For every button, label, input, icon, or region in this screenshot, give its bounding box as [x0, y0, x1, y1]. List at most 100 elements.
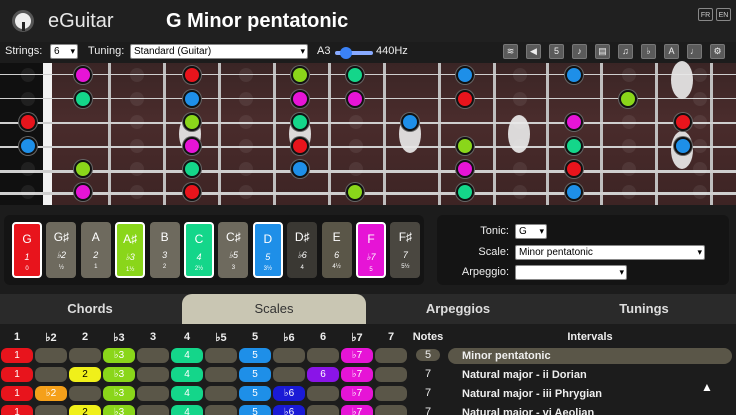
scale-row[interactable]: 1 ♭3 4 5 ♭7 5 Minor pentatonic — [0, 347, 736, 365]
note-key-B[interactable]: B 3 2 — [149, 222, 180, 278]
empty-note-slot[interactable] — [130, 139, 144, 153]
scroll-up-icon[interactable]: ▲ — [701, 380, 713, 394]
fret-note-marker[interactable] — [291, 90, 309, 108]
empty-note-slot[interactable] — [513, 185, 527, 199]
number-5-icon[interactable]: 5 — [549, 44, 564, 59]
fret-note-marker[interactable] — [183, 160, 201, 178]
empty-note-slot[interactable] — [349, 115, 363, 129]
empty-note-slot[interactable] — [21, 68, 35, 82]
empty-note-slot[interactable] — [239, 115, 253, 129]
tab-arpeggios[interactable]: Arpeggios — [368, 294, 548, 324]
note-key-C[interactable]: C 4 2½ — [184, 222, 214, 278]
note-key-G[interactable]: G 1 0 — [12, 222, 42, 278]
fret-note-marker[interactable] — [456, 137, 474, 155]
empty-note-slot[interactable] — [349, 162, 363, 176]
fret-note-marker[interactable] — [74, 160, 92, 178]
note-key-E[interactable]: E 6 4½ — [321, 222, 352, 278]
tonic-select[interactable]: G — [515, 224, 547, 239]
fret-note-marker[interactable] — [565, 113, 583, 131]
music-note-icon[interactable]: ♩ — [687, 44, 702, 59]
empty-note-slot[interactable] — [622, 162, 636, 176]
empty-note-slot[interactable] — [693, 185, 707, 199]
fret-note-marker[interactable] — [291, 137, 309, 155]
note-key-D-sharp[interactable]: D♯ ♭6 4 — [287, 222, 318, 278]
empty-note-slot[interactable] — [130, 185, 144, 199]
empty-note-slot[interactable] — [693, 115, 707, 129]
clef-icon[interactable]: ♫ — [618, 44, 633, 59]
scale-row[interactable]: 1 ♭2 ♭3 4 5 ♭6 ♭7 7 Natural major - iii Phrygian — [0, 385, 736, 403]
fret-note-marker[interactable] — [456, 160, 474, 178]
empty-note-slot[interactable] — [693, 68, 707, 82]
fret-note-marker[interactable] — [291, 66, 309, 84]
gear-icon[interactable]: ⚙ — [710, 44, 725, 59]
fret-note-marker[interactable] — [456, 90, 474, 108]
empty-note-slot[interactable] — [239, 185, 253, 199]
empty-note-slot[interactable] — [513, 92, 527, 106]
fret-note-marker[interactable] — [565, 160, 583, 178]
empty-note-slot[interactable] — [622, 139, 636, 153]
empty-note-slot[interactable] — [239, 139, 253, 153]
fret-note-marker[interactable] — [183, 113, 201, 131]
empty-note-slot[interactable] — [130, 68, 144, 82]
tuning-select[interactable]: Standard (Guitar) — [130, 44, 308, 59]
dropdown-icon[interactable]: ▤ — [595, 44, 610, 59]
empty-note-slot[interactable] — [21, 92, 35, 106]
harp-icon[interactable]: ≋ — [503, 44, 518, 59]
empty-note-slot[interactable] — [21, 185, 35, 199]
empty-note-slot[interactable] — [130, 92, 144, 106]
fret-note-marker[interactable] — [183, 137, 201, 155]
fret-note-marker[interactable] — [291, 160, 309, 178]
lang-en-button[interactable]: EN — [716, 8, 731, 21]
fret-note-marker[interactable] — [183, 90, 201, 108]
arpeggio-select[interactable] — [515, 265, 627, 280]
fret-note-marker[interactable] — [565, 183, 583, 201]
tab-scales[interactable]: Scales — [182, 294, 366, 324]
empty-note-slot[interactable] — [513, 162, 527, 176]
fret-note-marker[interactable] — [74, 90, 92, 108]
fret-note-marker[interactable] — [346, 66, 364, 84]
scale-name[interactable]: Natural major - ii Dorian — [448, 367, 732, 383]
fret-note-marker[interactable] — [674, 137, 692, 155]
strings-select[interactable]: 6 — [50, 44, 78, 59]
notes-icon[interactable]: ♪ — [572, 44, 587, 59]
note-key-A[interactable]: A 2 1 — [80, 222, 111, 278]
fret-note-marker[interactable] — [19, 113, 37, 131]
empty-note-slot[interactable] — [693, 162, 707, 176]
fret-note-marker[interactable] — [674, 113, 692, 131]
letter-a-icon[interactable]: A — [664, 44, 679, 59]
fret-note-marker[interactable] — [74, 183, 92, 201]
fret-note-marker[interactable] — [183, 66, 201, 84]
tab-chords[interactable]: Chords — [0, 294, 180, 324]
fret-note-marker[interactable] — [565, 137, 583, 155]
fret-note-marker[interactable] — [401, 113, 419, 131]
scale-name[interactable]: Natural major - iii Phrygian — [448, 386, 732, 402]
fret-note-marker[interactable] — [346, 90, 364, 108]
note-key-G-sharp[interactable]: G♯ ♭2 ½ — [46, 222, 77, 278]
empty-note-slot[interactable] — [21, 162, 35, 176]
empty-note-slot[interactable] — [239, 92, 253, 106]
scale-name[interactable]: Minor pentatonic — [448, 348, 732, 364]
fret-note-marker[interactable] — [346, 183, 364, 201]
fret-note-marker[interactable] — [183, 183, 201, 201]
note-key-D[interactable]: D 5 3½ — [252, 222, 283, 278]
scale-row[interactable]: 1 2 ♭3 4 5 ♭6 ♭7 7 Natural major - vi Aeolian — [0, 404, 736, 415]
empty-note-slot[interactable] — [622, 68, 636, 82]
scale-row[interactable]: 1 2 ♭3 4 5 6 ♭7 7 Natural major - ii Dorian — [0, 366, 736, 384]
speaker-icon[interactable]: ◀ — [526, 44, 541, 59]
empty-note-slot[interactable] — [349, 139, 363, 153]
empty-note-slot[interactable] — [513, 115, 527, 129]
fret-note-marker[interactable] — [565, 66, 583, 84]
fret-note-marker[interactable] — [619, 90, 637, 108]
fret-note-marker[interactable] — [74, 66, 92, 84]
fret-note-marker[interactable] — [456, 183, 474, 201]
empty-note-slot[interactable] — [693, 92, 707, 106]
pitch-slider-knob[interactable] — [340, 47, 352, 59]
note-key-A-sharp[interactable]: A♯ ♭3 1½ — [115, 222, 146, 278]
empty-note-slot[interactable] — [130, 115, 144, 129]
lang-fr-button[interactable]: FR — [698, 8, 713, 21]
empty-note-slot[interactable] — [513, 139, 527, 153]
fret-note-marker[interactable] — [456, 66, 474, 84]
scale-name[interactable]: Natural major - vi Aeolian — [448, 405, 732, 415]
pitch-slider[interactable] — [335, 47, 373, 59]
fret-note-marker[interactable] — [19, 137, 37, 155]
